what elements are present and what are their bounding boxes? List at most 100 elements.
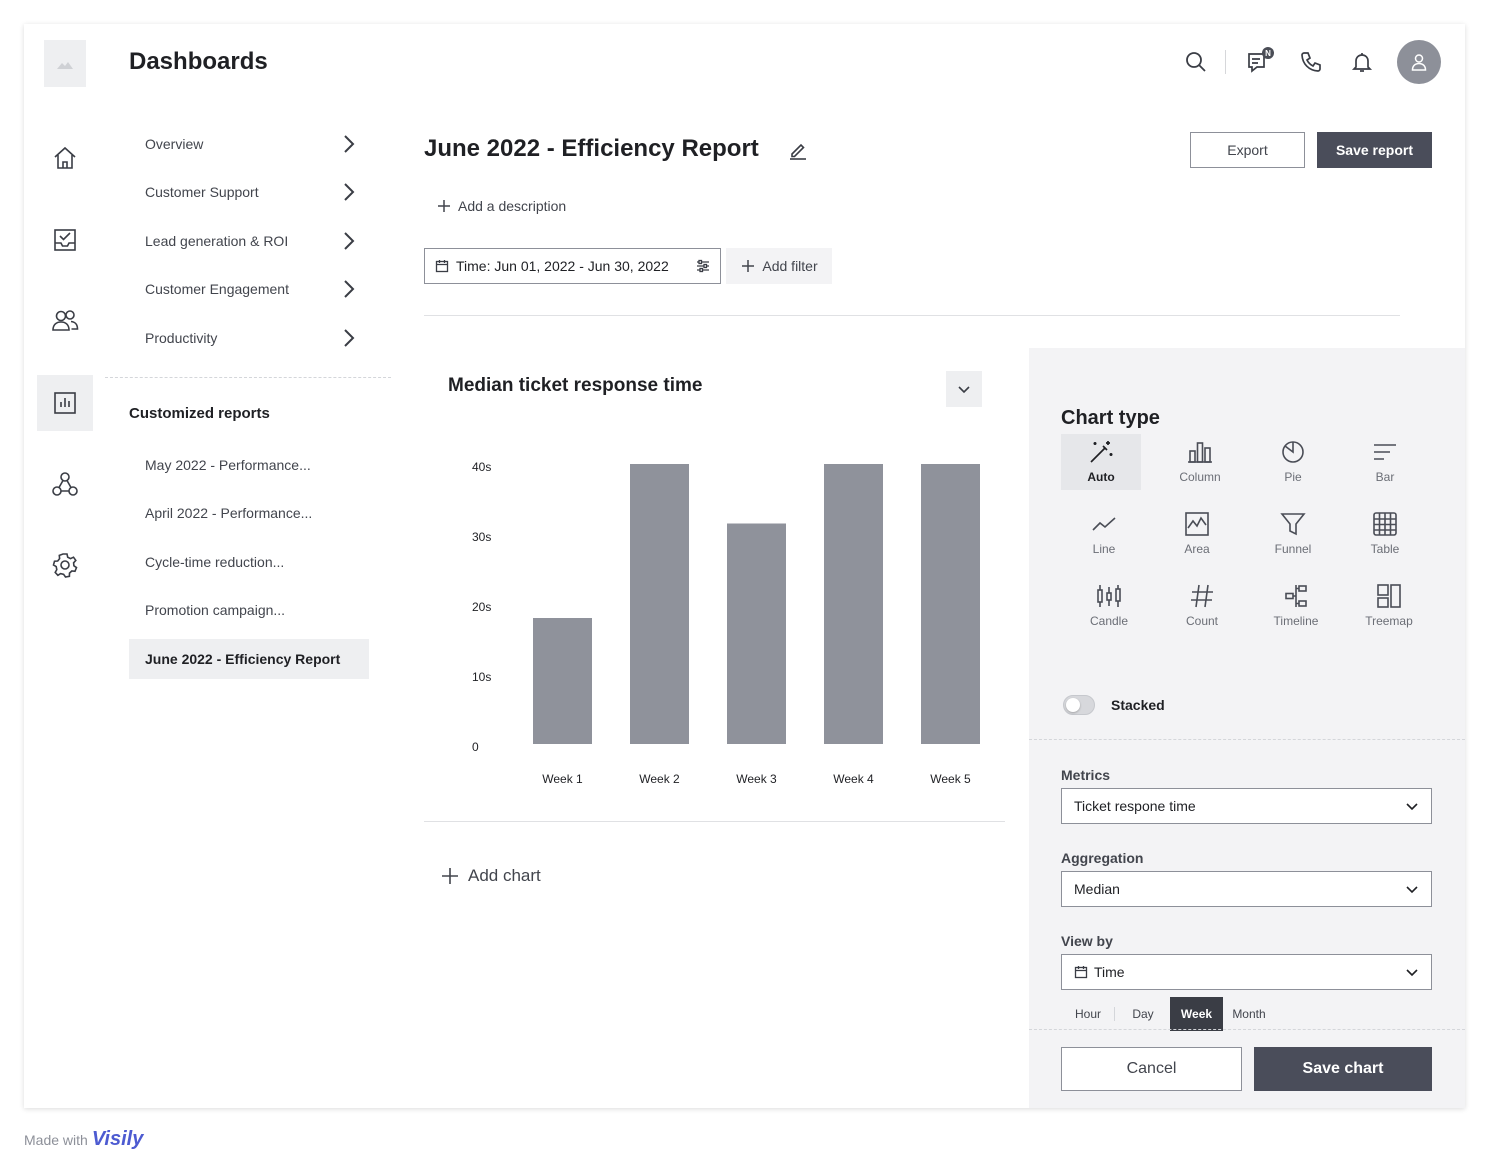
custom-reports-title: Customized reports [129, 405, 270, 422]
export-button[interactable]: Export [1190, 132, 1305, 168]
metrics-select[interactable]: Ticket respone time [1061, 788, 1432, 824]
time-filter-chip[interactable]: Time: Jun 01, 2022 - Jun 30, 2022 [424, 248, 721, 284]
chart-bar[interactable] [824, 464, 883, 744]
report-item-promotion[interactable]: Promotion campaign... [129, 590, 369, 630]
rail-reports[interactable] [37, 375, 93, 431]
chart-bar[interactable] [727, 523, 786, 745]
pie-chart-icon [1282, 441, 1304, 463]
panel-divider [1029, 739, 1465, 740]
made-with-label: Made with [24, 1131, 88, 1148]
granularity-hour[interactable]: Hour [1065, 997, 1111, 1031]
chat-icon[interactable]: N [1243, 44, 1275, 80]
image-placeholder-icon [57, 61, 73, 69]
search-icon[interactable] [1180, 44, 1212, 80]
chart-type-pie[interactable]: Pie [1253, 434, 1333, 490]
granularity-week[interactable]: Week [1170, 997, 1223, 1031]
nav-item-customer-support[interactable]: Customer Support [145, 180, 355, 204]
nav-item-productivity[interactable]: Productivity [145, 326, 355, 350]
plus-icon [742, 260, 755, 272]
header-divider [1225, 50, 1226, 74]
chart-bar[interactable] [533, 618, 592, 744]
magic-wand-icon [1090, 441, 1113, 463]
chart-bar[interactable] [630, 464, 689, 744]
add-chart-button[interactable]: Add chart [440, 862, 541, 890]
candle-chart-icon [1097, 585, 1121, 607]
add-filter-button[interactable]: Add filter [726, 248, 832, 284]
chart-type-label: Count [1185, 614, 1219, 628]
chevron-right-icon [344, 329, 355, 347]
chevron-down-icon [958, 386, 970, 394]
rail-inbox[interactable] [37, 212, 93, 268]
chart-type-count[interactable]: Count [1162, 578, 1242, 634]
visily-logo[interactable]: Visily [92, 1128, 144, 1151]
chevron-down-icon [1406, 886, 1418, 894]
nav-item-customer-engagement[interactable]: Customer Engagement [145, 277, 355, 301]
rail-users[interactable] [37, 293, 93, 349]
nav-item-overview[interactable]: Overview [145, 132, 355, 156]
add-description-button[interactable]: Add a description [436, 194, 566, 218]
pencil-icon [790, 143, 806, 160]
chevron-down-icon [1406, 969, 1418, 977]
chart-type-bar[interactable]: Bar [1345, 434, 1425, 490]
treemap-icon [1377, 584, 1401, 608]
panel-divider [1029, 1029, 1465, 1030]
cancel-button[interactable]: Cancel [1061, 1047, 1242, 1091]
metrics-value: Ticket respone time [1074, 798, 1196, 814]
report-item-may[interactable]: May 2022 - Performance... [129, 445, 369, 485]
app-window: Dashboards N Overview Customer Support L… [24, 24, 1465, 1108]
granularity-month[interactable]: Month [1225, 997, 1273, 1031]
chart-type-label: Column [1179, 470, 1221, 484]
chart-type-label: Table [1370, 542, 1400, 556]
chart-type-candle[interactable]: Candle [1069, 578, 1149, 634]
report-item-april[interactable]: April 2022 - Performance... [129, 493, 369, 533]
settings-icon [52, 553, 78, 578]
report-item-june[interactable]: June 2022 - Efficiency Report [129, 639, 369, 679]
y-tick-label: 20s [472, 600, 491, 614]
chart-type-label: Pie [1284, 470, 1302, 484]
stacked-toggle[interactable] [1063, 695, 1095, 715]
chart-type-treemap[interactable]: Treemap [1349, 578, 1429, 634]
chart-type-area[interactable]: Area [1157, 506, 1237, 562]
chart-type-label: Line [1092, 542, 1116, 556]
bell-icon[interactable] [1346, 44, 1378, 80]
y-tick-label: 30s [472, 530, 491, 544]
aggregation-select[interactable]: Median [1061, 871, 1432, 907]
chart-type-label: Area [1184, 542, 1210, 556]
chart-type-line[interactable]: Line [1064, 506, 1144, 562]
reports-icon [54, 392, 76, 414]
save-chart-button[interactable]: Save chart [1254, 1047, 1432, 1091]
granularity-divider [1114, 1007, 1115, 1021]
edit-title-button[interactable] [786, 138, 810, 162]
stacked-label: Stacked [1111, 697, 1165, 713]
chart-type-label: Treemap [1365, 614, 1413, 628]
logo[interactable] [44, 40, 86, 87]
rail-settings[interactable] [37, 537, 93, 593]
save-report-button[interactable]: Save report [1317, 132, 1432, 168]
chart-type-label: Timeline [1273, 614, 1319, 628]
chevron-down-icon [1406, 803, 1418, 811]
granularity-day[interactable]: Day [1121, 997, 1165, 1031]
report-item-cycle-time[interactable]: Cycle-time reduction... [129, 542, 369, 582]
chart-options-button[interactable] [946, 371, 982, 407]
rail-integrations[interactable] [37, 456, 93, 512]
user-avatar[interactable] [1397, 40, 1441, 84]
x-tick-label: Week 4 [833, 772, 874, 786]
plus-icon [442, 868, 458, 884]
nav-item-lead-generation[interactable]: Lead generation & ROI [145, 229, 355, 253]
viewby-select[interactable]: Time [1061, 954, 1432, 990]
chart-type-auto[interactable]: Auto [1061, 434, 1141, 490]
x-tick-label: Week 2 [639, 772, 680, 786]
chart-bar[interactable] [921, 464, 980, 744]
home-icon [54, 146, 76, 169]
inbox-icon [54, 229, 76, 251]
phone-icon[interactable] [1295, 44, 1327, 80]
add-filter-label: Add filter [762, 258, 818, 274]
chart-type-timeline[interactable]: Timeline [1256, 578, 1336, 634]
chart-type-funnel[interactable]: Funnel [1253, 506, 1333, 562]
notification-badge: N [1262, 47, 1274, 59]
metrics-label: Metrics [1061, 767, 1111, 783]
rail-home[interactable] [37, 130, 93, 186]
chart-type-column[interactable]: Column [1160, 434, 1240, 490]
sliders-icon [697, 259, 709, 273]
chart-type-table[interactable]: Table [1345, 506, 1425, 562]
